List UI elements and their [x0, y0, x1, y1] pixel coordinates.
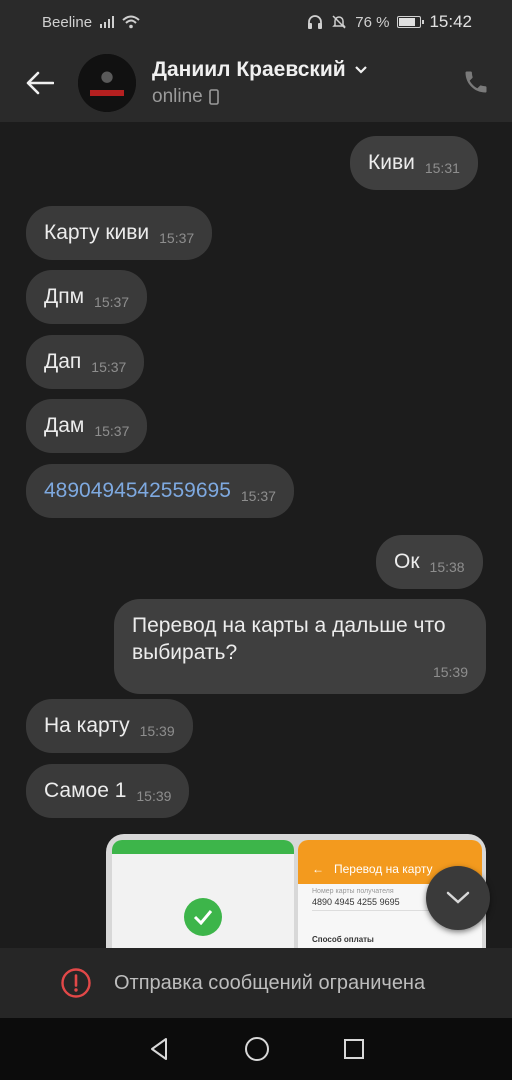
message-bubble[interactable]: Самое 1 15:39: [26, 764, 190, 819]
signal-icon: [100, 16, 115, 28]
mobile-device-icon: [208, 89, 219, 105]
message-time: 15:37: [94, 294, 130, 310]
chat-header: Даниил Краевский online: [0, 44, 512, 122]
thumbnail-section: Способ оплаты: [312, 935, 374, 944]
system-nav-bar: [0, 1018, 512, 1080]
message-text: Дпм: [44, 285, 85, 308]
message-text: Дам: [44, 414, 85, 437]
phone-icon: [465, 71, 487, 93]
message-bubble[interactable]: Киви 15:31: [350, 136, 478, 191]
message-time: 15:37: [240, 488, 276, 504]
message-time: 15:37: [159, 230, 195, 246]
message-text: Киви: [368, 151, 415, 174]
chevron-down-icon: [354, 66, 367, 74]
success-check-icon: [184, 898, 222, 936]
message-bubble[interactable]: Перевод на карты а дальше что выбирать? …: [114, 599, 486, 694]
restriction-text: Отправка сообщений ограничена: [114, 971, 426, 994]
message-list[interactable]: Киви 15:31 Карту киви 15:37 Дпм 15:37 Дап 15…: [0, 122, 512, 948]
thumbnail-title: Перевод на карту: [334, 862, 433, 876]
contact-info[interactable]: Даниил Краевский online: [152, 58, 368, 108]
message-bubble[interactable]: Карту киви 15:37: [26, 206, 213, 261]
message-time: 15:31: [424, 160, 460, 176]
screenshot-thumbnail-left: [112, 840, 294, 948]
contact-name: Даниил Краевский: [152, 58, 346, 81]
battery-percent: 76 %: [355, 13, 390, 31]
avatar[interactable]: [78, 54, 136, 112]
message-bubble[interactable]: Ок 15:38: [376, 535, 483, 590]
message-time: 15:39: [432, 663, 468, 680]
message-text: На карту: [44, 714, 130, 737]
message-text: Карту киви: [44, 221, 150, 244]
back-arrow-icon: [26, 71, 54, 95]
message-time: 15:37: [94, 423, 130, 439]
nav-recents-icon[interactable]: [343, 1038, 365, 1060]
status-time: 15:42: [429, 12, 472, 31]
message-time: 15:39: [139, 723, 175, 739]
alert-circle-icon: [61, 968, 91, 998]
nav-back-icon[interactable]: [147, 1037, 171, 1061]
battery-icon: [397, 16, 425, 28]
chevron-down-icon: [446, 891, 470, 904]
scroll-down-button[interactable]: [426, 866, 490, 930]
carrier-label: Beeline: [42, 13, 93, 31]
wifi-icon: [122, 15, 140, 29]
message-text: Дап: [44, 350, 82, 373]
message-text: Перевод на карты а дальше что выбирать?: [132, 614, 446, 665]
message-text: Ок: [394, 550, 420, 573]
message-bubble[interactable]: 4890494542559695 15:37: [26, 464, 294, 519]
message-bubble[interactable]: Дап 15:37: [26, 335, 145, 390]
nav-home-icon[interactable]: [244, 1036, 270, 1062]
message-text: Самое 1: [44, 779, 127, 802]
message-bubble[interactable]: Дпм 15:37: [26, 270, 148, 325]
arrow-left-icon: ←: [312, 862, 324, 876]
status-bar: Beeline 76 % 15:42: [0, 0, 512, 44]
message-time: 15:38: [429, 559, 465, 575]
message-bubble[interactable]: Дам 15:37: [26, 399, 148, 454]
restriction-notice: Отправка сообщений ограничена: [0, 948, 512, 1018]
message-time: 15:37: [91, 359, 127, 375]
call-button[interactable]: [462, 68, 490, 96]
mute-bell-icon: [332, 15, 347, 29]
message-bubble[interactable]: На карту 15:39: [26, 699, 193, 754]
contact-status: online: [152, 86, 203, 107]
back-button[interactable]: [24, 67, 56, 99]
message-time: 15:39: [136, 788, 172, 804]
headphones-icon: [308, 15, 323, 29]
card-number-link[interactable]: 4890494542559695: [44, 479, 231, 502]
